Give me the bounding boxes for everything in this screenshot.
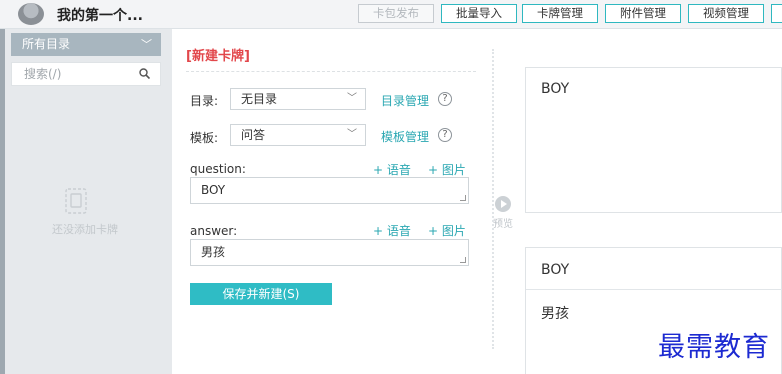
attachment-manage-button[interactable]: 附件管理: [605, 4, 681, 23]
chevron-down-icon: ﹀: [347, 93, 357, 104]
question-add-voice-link[interactable]: + 语音: [373, 161, 411, 178]
top-bar: 我的第一个... 卡包发布 批量导入 卡牌管理 附件管理 视频管理: [0, 0, 782, 29]
preview-play-icon[interactable]: [495, 196, 511, 212]
answer-add-image-link[interactable]: + 图片: [428, 222, 466, 239]
help-icon[interactable]: ?: [438, 92, 452, 106]
video-manage-button[interactable]: 视频管理: [688, 4, 764, 23]
question-input[interactable]: BOY: [190, 177, 469, 204]
resize-handle-icon[interactable]: [460, 257, 466, 263]
directory-select-label: 所有目录: [22, 37, 71, 51]
template-dropdown[interactable]: 问答 ﹀: [230, 124, 366, 146]
answer-input-value: 男孩: [201, 245, 226, 259]
answer-label: answer:: [190, 224, 238, 238]
chevron-down-icon: ﹀: [141, 38, 152, 51]
directory-dropdown[interactable]: 无目录 ﹀: [230, 88, 366, 110]
answer-input[interactable]: 男孩: [190, 239, 469, 266]
help-icon[interactable]: ?: [438, 128, 452, 142]
front-question-text: BOY: [541, 81, 570, 97]
new-card-title: [新建卡牌]: [186, 49, 250, 64]
avatar[interactable]: [18, 3, 44, 25]
chevron-down-icon: ﹀: [347, 129, 357, 140]
directory-dropdown-value: 无目录: [241, 92, 278, 106]
directory-select[interactable]: 所有目录 ﹀: [11, 33, 161, 56]
directory-manage-link[interactable]: 目录管理: [381, 92, 429, 109]
question-input-value: BOY: [201, 183, 226, 197]
template-dropdown-value: 问答: [241, 128, 266, 142]
preview-label: 预览: [493, 219, 513, 230]
question-label: question:: [190, 162, 246, 176]
more-button[interactable]: [771, 4, 782, 23]
search-placeholder: 搜索(/): [24, 67, 62, 81]
title-divider: [186, 71, 476, 72]
template-label: 模板:: [190, 131, 219, 145]
publish-deck-button[interactable]: 卡包发布: [358, 4, 434, 23]
back-card-divider: [526, 289, 782, 290]
card-manage-button[interactable]: 卡牌管理: [522, 4, 598, 23]
back-question-text: BOY: [541, 262, 570, 278]
watermark-text: 最需教育: [658, 332, 770, 363]
preview-divider: [492, 49, 494, 349]
back-answer-text: 男孩: [541, 306, 569, 322]
save-and-new-button[interactable]: 保存并新建(S): [190, 283, 332, 305]
empty-deck-icon: [65, 188, 87, 214]
question-add-image-link[interactable]: + 图片: [428, 161, 466, 178]
directory-label: 目录:: [190, 94, 219, 108]
batch-import-button[interactable]: 批量导入: [441, 4, 517, 23]
empty-deck-text: 还没添加卡牌: [52, 223, 118, 236]
template-manage-link[interactable]: 模板管理: [381, 128, 429, 145]
resize-handle-icon[interactable]: [460, 195, 466, 201]
search-icon[interactable]: [139, 68, 150, 79]
search-input[interactable]: 搜索(/): [11, 62, 161, 86]
deck-title[interactable]: 我的第一个...: [57, 5, 143, 25]
answer-add-voice-link[interactable]: + 语音: [373, 222, 411, 239]
